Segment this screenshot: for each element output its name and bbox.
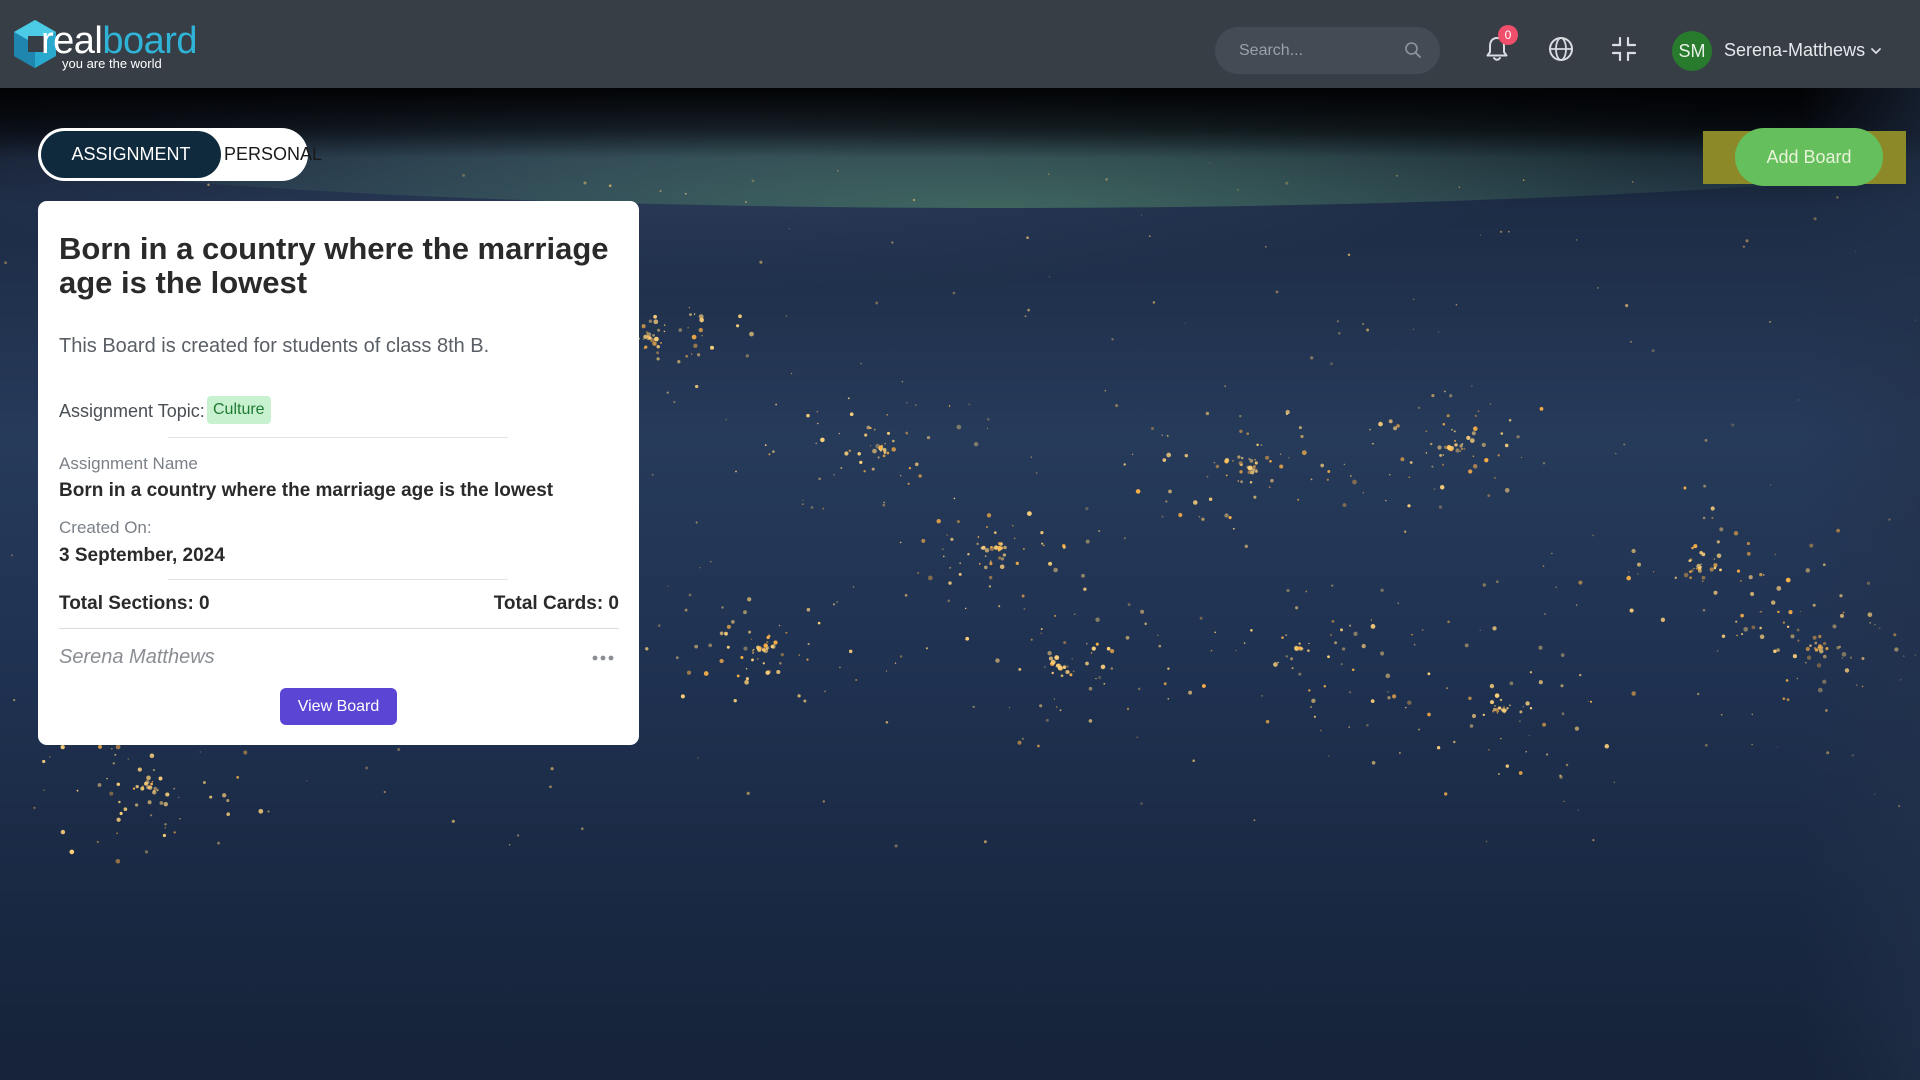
globe-icon[interactable] (1546, 34, 1576, 64)
divider (59, 628, 619, 629)
brand-name: realboard (41, 20, 198, 62)
background-edge (1800, 88, 1920, 1080)
avatar[interactable]: SM (1672, 31, 1712, 71)
board-description: This Board is created for students of cl… (59, 335, 490, 357)
brand-logo[interactable]: realboard you are the world (10, 18, 200, 74)
board-type-toggle: ASSIGNMENT PERSONAL (38, 128, 322, 181)
tab-personal[interactable]: PERSONAL (224, 131, 322, 178)
search-input[interactable] (1239, 27, 1399, 74)
add-board-button[interactable]: Add Board (1735, 128, 1883, 186)
created-on-value: 3 September, 2024 (59, 545, 225, 566)
brand-tagline: you are the world (62, 56, 162, 71)
total-cards: Total Cards: 0 (493, 593, 619, 614)
board-card: Born in a country where the marriage age… (38, 201, 639, 745)
assignment-name-value: Born in a country where the marriage age… (59, 480, 554, 501)
tab-assignment[interactable]: ASSIGNMENT (41, 131, 221, 178)
chevron-down-icon[interactable] (1870, 45, 1882, 57)
total-sections: Total Sections: 0 (59, 593, 210, 614)
user-menu-name[interactable]: Serena-Matthews (1724, 40, 1865, 61)
created-on-label: Created On: (59, 518, 152, 537)
notification-badge: 0 (1498, 25, 1518, 45)
shrink-icon[interactable] (1609, 34, 1639, 64)
assignment-name-label: Assignment Name (59, 454, 198, 473)
more-horizontal-icon[interactable] (591, 653, 615, 663)
divider (168, 437, 508, 438)
topic-badge: Culture (207, 396, 271, 424)
top-navbar: realboard you are the world 0 SM Serena-… (0, 0, 1920, 88)
board-title: Born in a country where the marriage age… (59, 231, 609, 300)
view-board-button[interactable]: View Board (280, 688, 397, 725)
search-icon[interactable] (1404, 41, 1422, 59)
topic-label: Assignment Topic: (59, 401, 205, 421)
divider (168, 579, 508, 580)
search-box (1215, 27, 1440, 74)
board-author: Serena Matthews (59, 646, 215, 668)
